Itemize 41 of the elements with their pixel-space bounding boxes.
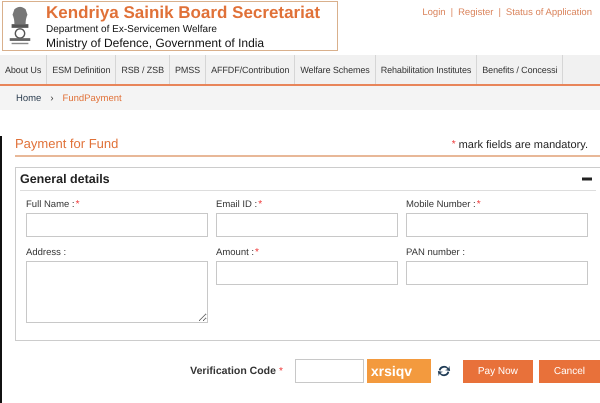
required-mark: *: [476, 199, 481, 210]
nav-item[interactable]: Rehabilitation Institutes: [376, 55, 478, 84]
nav-item[interactable]: ESM Definition: [47, 55, 116, 84]
field-label: Address :: [26, 247, 66, 258]
refresh-icon[interactable]: [436, 364, 451, 378]
field-label: Full Name :: [26, 199, 75, 210]
input-field[interactable]: [216, 213, 398, 237]
nav-item[interactable]: AFFDF/Contribution: [206, 55, 296, 84]
input-field[interactable]: [406, 213, 588, 237]
breadcrumb-separator: ›: [50, 92, 54, 104]
input-field[interactable]: [216, 261, 398, 285]
nav-item[interactable]: Benefits / Concessi: [477, 55, 564, 84]
required-mark: *: [452, 139, 456, 151]
field-label: Email ID :: [216, 199, 258, 210]
required-mark: *: [278, 366, 283, 376]
ministry-name: Ministry of Defence, Government of India: [46, 36, 266, 50]
captcha-image: xrsiqv: [366, 359, 431, 383]
link-separator: |: [450, 7, 454, 20]
text-area[interactable]: [26, 261, 208, 323]
nav-item[interactable]: About Us: [0, 55, 48, 84]
required-mark: *: [76, 199, 80, 210]
field-label: Amount :: [216, 247, 254, 258]
required-mark: *: [258, 199, 262, 210]
verification-label: Verification Code: [190, 365, 276, 377]
verification-input[interactable]: [294, 359, 364, 383]
breadcrumb-current: FundPayment: [62, 92, 122, 104]
link-separator: |: [498, 7, 501, 20]
input-field[interactable]: [406, 261, 588, 285]
breadcrumb-home[interactable]: Home: [16, 92, 42, 104]
nav-item[interactable]: PMSS: [170, 55, 206, 84]
input-field[interactable]: [26, 213, 208, 237]
nav-item[interactable]: Welfare Schemes: [295, 55, 376, 84]
required-mark: *: [255, 247, 259, 258]
department-name: Department of Ex-Servicemen Welfare: [46, 24, 218, 34]
field-label: Mobile Number :: [406, 199, 476, 210]
field-label: PAN number :: [406, 247, 465, 258]
panel-title: General details: [20, 172, 110, 186]
site-title: Kendriya Sainik Board Secretariat: [46, 2, 320, 22]
page-title: Payment for Fund: [15, 136, 118, 151]
mandatory-note: mark fields are mandatory.: [458, 139, 588, 151]
nav-item[interactable]: RSB / ZSB: [116, 55, 170, 84]
